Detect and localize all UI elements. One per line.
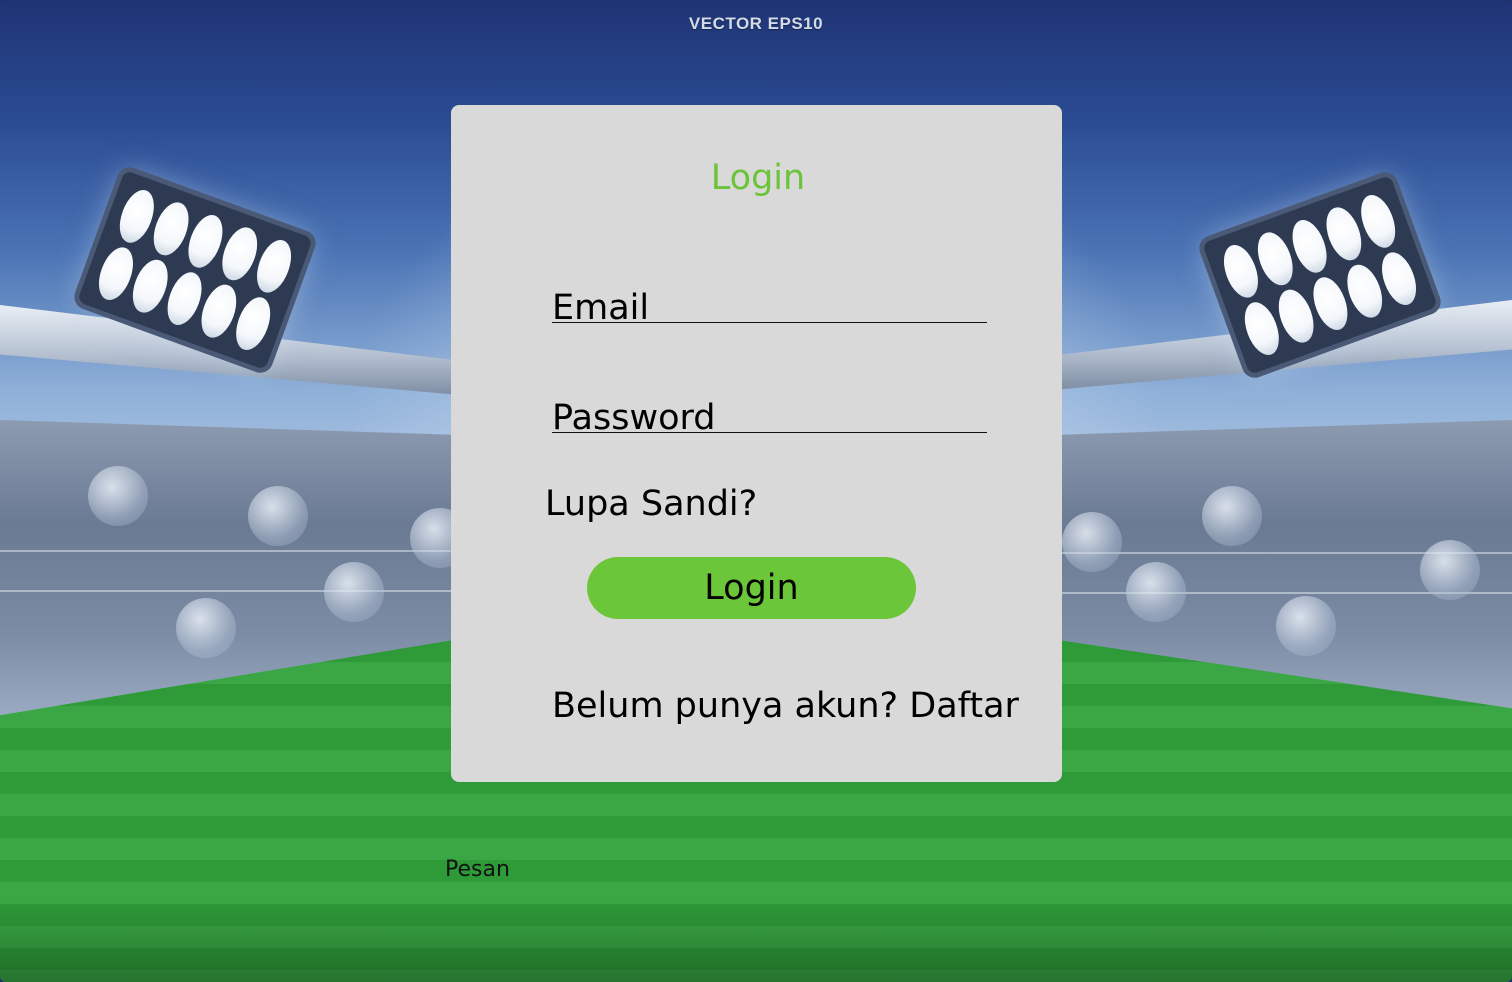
login-card xyxy=(451,105,1062,782)
crowd-bokeh xyxy=(248,486,308,546)
stand-row-line xyxy=(0,590,460,592)
forgot-password-link[interactable]: Lupa Sandi? xyxy=(545,484,757,524)
crowd-bokeh xyxy=(324,562,384,622)
crowd-bokeh xyxy=(1420,540,1480,600)
crowd-bokeh xyxy=(1126,562,1186,622)
login-button[interactable]: Login xyxy=(587,557,916,619)
message-label: Pesan xyxy=(445,857,510,882)
pitch-shade xyxy=(0,900,1512,982)
crowd-bokeh xyxy=(1062,512,1122,572)
login-title: Login xyxy=(710,158,806,198)
password-underline xyxy=(552,432,987,433)
watermark-text: VECTOR EPS10 xyxy=(688,14,824,33)
crowd-bokeh xyxy=(1276,596,1336,656)
crowd-bokeh xyxy=(88,466,148,526)
stand-row-line xyxy=(0,550,460,552)
signup-link[interactable]: Belum punya akun? Daftar xyxy=(552,686,1019,726)
crowd-bokeh xyxy=(176,598,236,658)
crowd-bokeh xyxy=(1202,486,1262,546)
email-underline xyxy=(552,322,987,323)
